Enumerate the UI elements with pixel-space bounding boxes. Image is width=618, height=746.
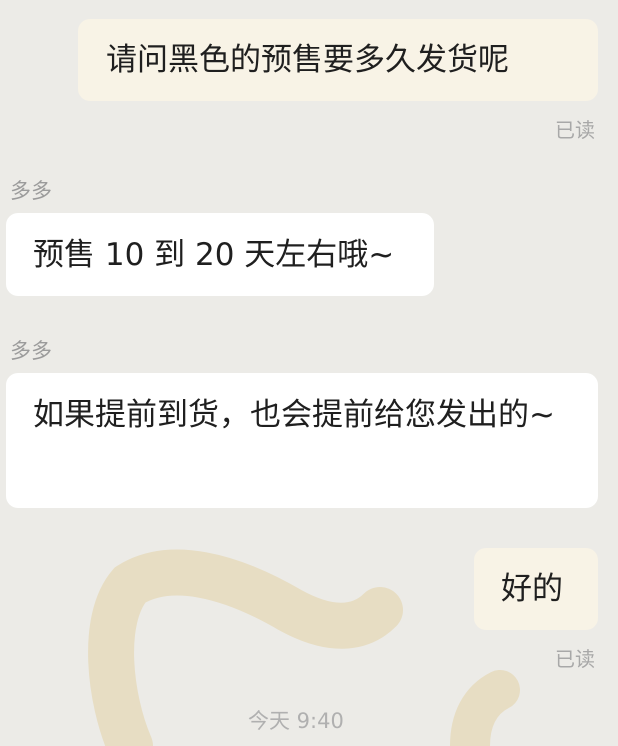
sender-name: 多多 (10, 179, 52, 203)
outgoing-message-bubble[interactable]: 请问黑色的预售要多久发货呢 (78, 19, 598, 101)
sender-name: 多多 (10, 339, 52, 363)
read-receipt: 已读 (555, 118, 595, 142)
message-text: 预售 10 到 20 天左右哦~ (33, 237, 395, 273)
read-receipt: 已读 (555, 647, 595, 671)
incoming-message-bubble[interactable]: 如果提前到货，也会提前给您发出的~ (6, 373, 598, 508)
message-text: 请问黑色的预售要多久发货呢 (106, 42, 509, 78)
message-text: 如果提前到货，也会提前给您发出的~ (33, 397, 555, 433)
message-text: 好的 (501, 571, 563, 607)
incoming-message-bubble[interactable]: 预售 10 到 20 天左右哦~ (6, 213, 434, 296)
outgoing-message-bubble[interactable]: 好的 (474, 548, 598, 630)
timestamp: 今天 9:40 (248, 709, 344, 733)
